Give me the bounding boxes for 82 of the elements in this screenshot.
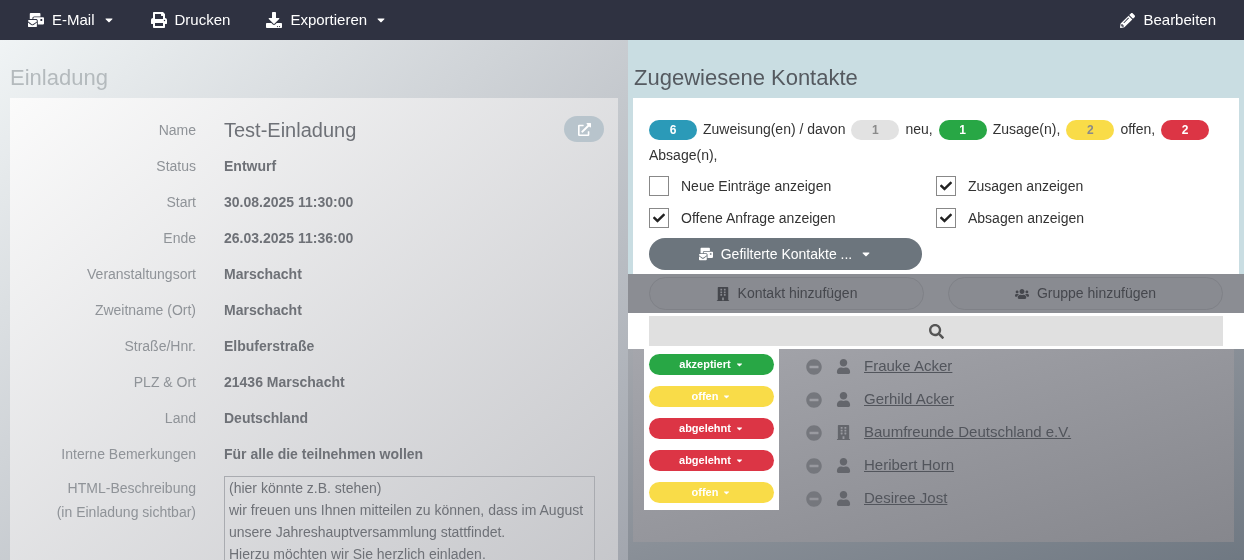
users-icon: [1014, 286, 1029, 301]
description-line: Hierzu möchten wir Sie herzlich einladen.: [229, 545, 486, 560]
caret-icon: [734, 360, 744, 369]
check-icon: [653, 212, 665, 224]
filter-checkbox[interactable]: Offene Anfrage anzeigen: [649, 206, 936, 230]
search-icon: [928, 323, 944, 339]
add-button[interactable]: Gruppe hinzufügen: [948, 277, 1223, 310]
count-pill: 6: [649, 120, 697, 141]
remove-icon[interactable]: [806, 457, 822, 474]
contact-link[interactable]: Frauke Acker: [864, 355, 953, 378]
field-value: 21436 Marschacht: [224, 372, 345, 392]
description-line: wir freuen uns Ihnen mitteilen zu können, dass im August: [229, 501, 584, 520]
download-icon: [266, 12, 283, 28]
field-label: PLZ & Ort: [132, 372, 196, 392]
toolbar-button[interactable]: Exportieren: [266, 8, 388, 32]
contact-link[interactable]: Gerhild Acker: [864, 388, 955, 411]
section-title: Zugewiesene Kontakte: [633, 64, 859, 92]
field-label: Straße/Hnr.: [123, 336, 196, 356]
description-line: (hier könnte z.B. stehen): [229, 479, 382, 498]
field-label: (in Einladung sichtbar): [56, 503, 196, 522]
remove-icon[interactable]: [806, 490, 822, 507]
pencil-icon: [1120, 12, 1136, 28]
field-value: Marschacht: [224, 300, 302, 320]
field-value: Deutschland: [224, 408, 308, 428]
remove-icon[interactable]: [806, 391, 822, 408]
field-label: Interne Bemerkungen: [60, 444, 196, 464]
envelopes-icon: [28, 12, 44, 28]
section-title: Einladung: [10, 64, 109, 92]
remove-icon[interactable]: [806, 424, 822, 441]
edit-button[interactable]: Bearbeiten: [1120, 8, 1216, 32]
field-label: HTML-Beschreibung: [67, 479, 196, 498]
contact-link[interactable]: Desiree Jost: [864, 487, 948, 510]
printer-icon: [150, 12, 167, 28]
count-pill: 2: [1161, 120, 1210, 141]
field-label: Start: [165, 192, 196, 212]
field-value: 26.03.2025 11:36:00: [224, 228, 354, 248]
add-button[interactable]: Kontakt hinzufügen: [649, 277, 924, 310]
status-dropdown[interactable]: akzeptiert: [649, 354, 774, 375]
status-dropdown[interactable]: abgelehnt: [649, 418, 774, 439]
person-icon: [835, 491, 851, 506]
external-link-icon: [577, 122, 591, 136]
field-value: Entwurf: [224, 156, 277, 176]
toolbar-button[interactable]: Drucken: [150, 8, 231, 32]
field-value: Test-Einladung: [224, 118, 357, 143]
person-icon: [835, 359, 851, 374]
summary-text: 6 Zuweisung(en) / davon 1 neu, 1 Zusage(n), 2 offen, 2 Absage(n),: [649, 116, 1223, 168]
description-line: unsere Jahreshauptversammlung stattfindet.: [229, 523, 506, 542]
field-label: Veranstaltungsort: [86, 264, 196, 284]
search-field[interactable]: [649, 316, 1223, 346]
check-icon: [940, 212, 952, 224]
toolbar-button[interactable]: E-Mail: [28, 8, 115, 32]
filter-checkbox[interactable]: Zusagen anzeigen: [936, 174, 1223, 198]
contact-link[interactable]: Heribert Horn: [864, 454, 955, 477]
person-icon: [835, 392, 851, 407]
building-icon: [835, 425, 851, 440]
count-pill: 1: [938, 120, 987, 141]
field-label: Zweitname (Ort): [93, 300, 196, 320]
check-icon: [940, 180, 952, 192]
field-value: Elbuferstraße: [224, 336, 315, 356]
field-value: 30.08.2025 11:30:00: [224, 192, 354, 212]
person-icon: [835, 458, 851, 473]
field-value: Marschacht: [224, 264, 302, 284]
caret-icon: [734, 456, 744, 465]
contact-link[interactable]: Baumfreunde Deutschland e.V.: [864, 421, 1072, 444]
filter-checkbox[interactable]: Neue Einträge anzeigen: [649, 174, 936, 198]
status-dropdown[interactable]: abgelehnt: [649, 450, 774, 471]
count-pill: 1: [851, 120, 900, 141]
field-label: Ende: [162, 228, 196, 248]
filtered-contacts-button[interactable]: Gefilterte Kontakte ...: [649, 238, 922, 270]
caret-icon: [734, 424, 744, 433]
field-value: Für alle die teilnehmen wollen: [224, 444, 424, 464]
envelopes-icon: [698, 247, 713, 261]
open-link-button[interactable]: [564, 116, 604, 142]
remove-icon[interactable]: [806, 358, 822, 375]
field-label: Land: [163, 408, 196, 428]
field-label: Name: [157, 120, 196, 140]
building-icon: [715, 286, 730, 301]
count-pill: 2: [1066, 120, 1115, 141]
field-label: Status: [155, 156, 196, 176]
caret-icon: [722, 488, 732, 497]
filter-checkbox[interactable]: Absagen anzeigen: [936, 206, 1223, 230]
caret-icon: [722, 392, 732, 401]
